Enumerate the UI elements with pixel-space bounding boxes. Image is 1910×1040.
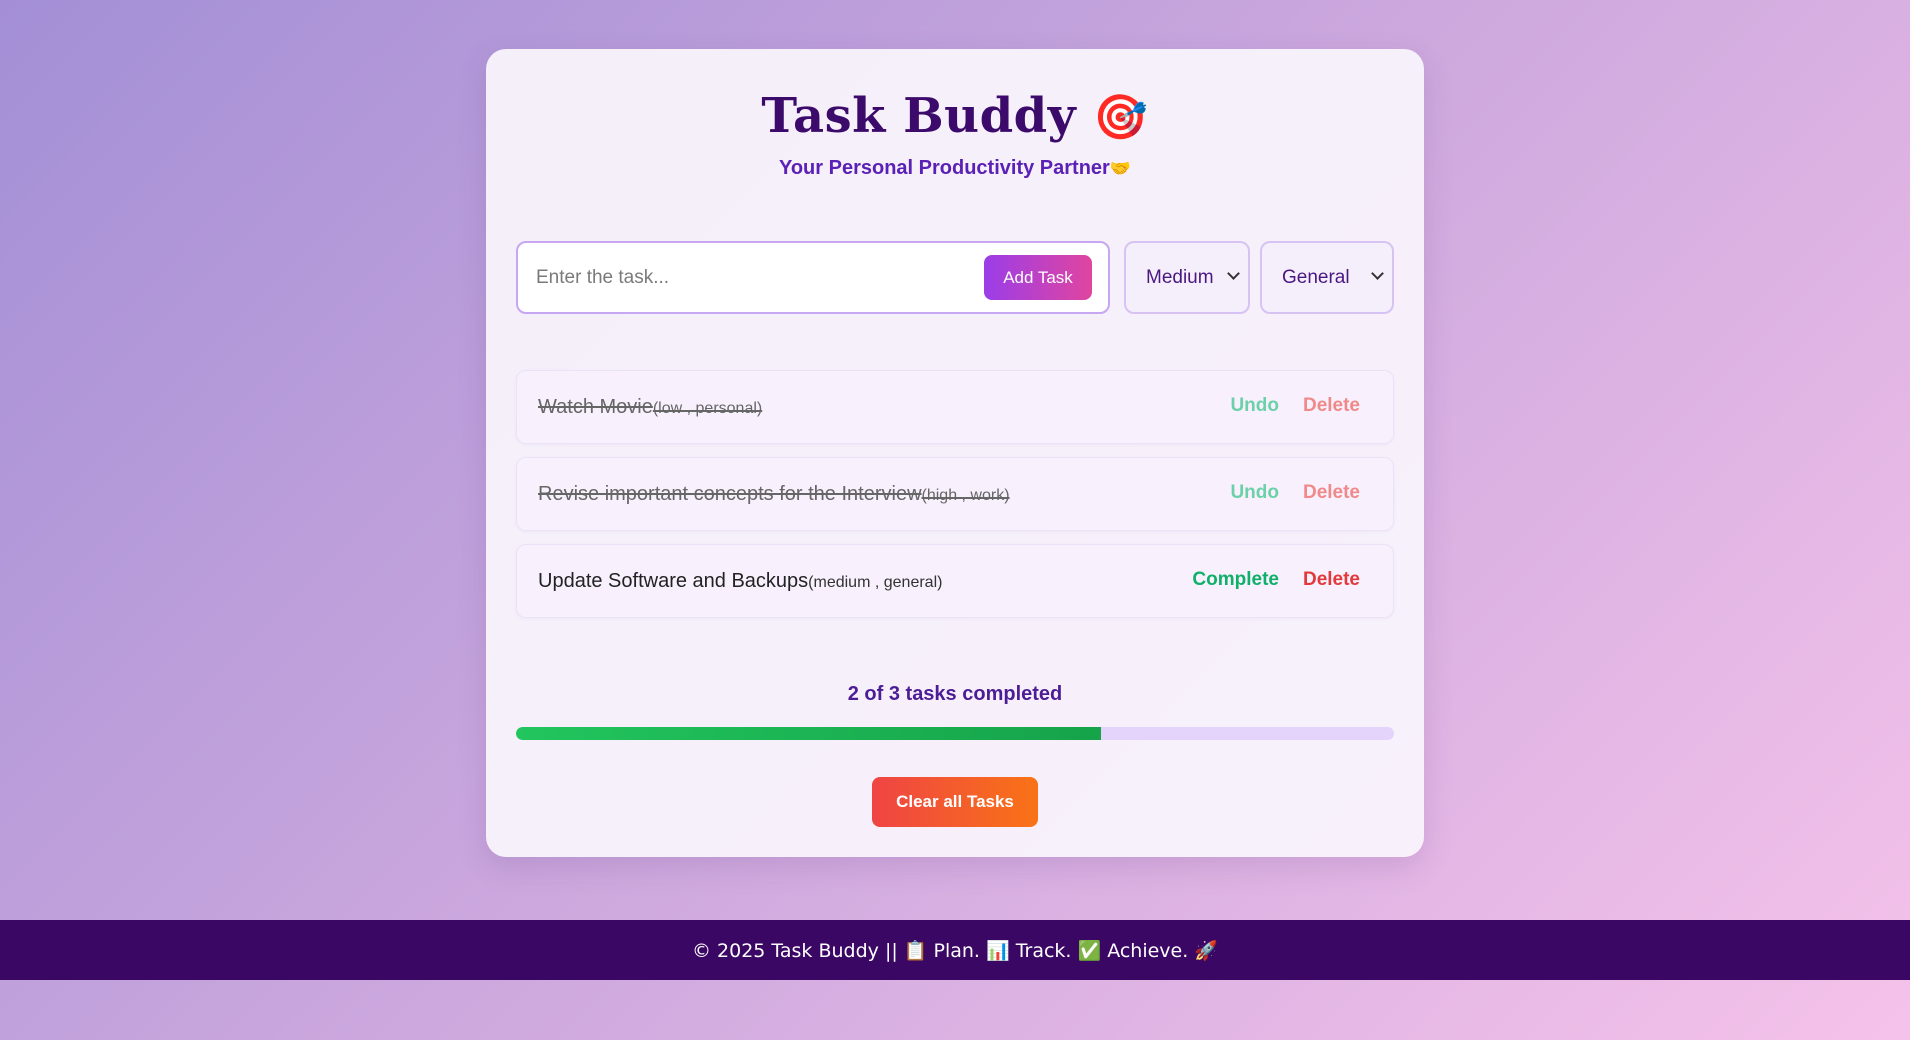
chevron-down-icon [1227, 267, 1240, 280]
handshake-icon: 🤝 [1109, 159, 1131, 179]
task-input-wrapper: Add Task [516, 241, 1110, 314]
chevron-down-icon [1371, 267, 1384, 280]
undo-button[interactable]: Undo [1230, 482, 1279, 504]
task-name: Update Software and Backups(medium , gen… [538, 570, 942, 593]
delete-button[interactable]: Delete [1303, 569, 1360, 591]
task-meta: (medium , general) [808, 574, 943, 591]
task-meta: (high , work) [921, 487, 1010, 504]
task-item: Watch Movie(low , personal) Undo Delete [516, 370, 1394, 444]
progress-bar [516, 727, 1394, 740]
priority-select[interactable]: Medium [1124, 241, 1250, 314]
complete-button[interactable]: Complete [1192, 569, 1279, 591]
delete-button[interactable]: Delete [1303, 395, 1360, 417]
progress-bar-fill [516, 727, 1102, 740]
app-subtitle: Your Personal Productivity Partner🤝 [0, 157, 1910, 180]
task-name: Watch Movie(low , personal) [538, 396, 762, 419]
task-title: Revise important concepts for the Interv… [538, 483, 922, 505]
task-title: Watch Movie [538, 396, 653, 418]
progress-text: 2 of 3 tasks completed [847, 683, 1063, 705]
footer-text: © 2025 Task Buddy || 📋 Plan. 📊 Track. ✅ … [692, 939, 1218, 962]
delete-button[interactable]: Delete [1303, 482, 1360, 504]
app-subtitle-text: Your Personal Productivity Partner [778, 157, 1110, 179]
target-icon: 🎯 [1093, 92, 1149, 143]
footer: © 2025 Task Buddy || 📋 Plan. 📊 Track. ✅ … [0, 920, 1910, 980]
task-item: Revise important concepts for the Interv… [516, 457, 1394, 531]
task-item: Update Software and Backups(medium , gen… [516, 544, 1394, 618]
app-title: Task Buddy 🎯 [0, 88, 1910, 144]
app-title-text: Task Buddy [761, 88, 1077, 144]
add-task-button[interactable]: Add Task [984, 255, 1092, 300]
clear-all-button[interactable]: Clear all Tasks [872, 777, 1038, 827]
task-title: Update Software and Backups [538, 570, 809, 592]
priority-select-value: Medium [1146, 266, 1214, 288]
category-select-value: General [1282, 266, 1350, 288]
task-input[interactable] [536, 259, 966, 297]
task-meta: (low , personal) [652, 400, 763, 417]
category-select[interactable]: General [1260, 241, 1394, 314]
task-name: Revise important concepts for the Interv… [538, 483, 1010, 506]
undo-button[interactable]: Undo [1230, 395, 1279, 417]
